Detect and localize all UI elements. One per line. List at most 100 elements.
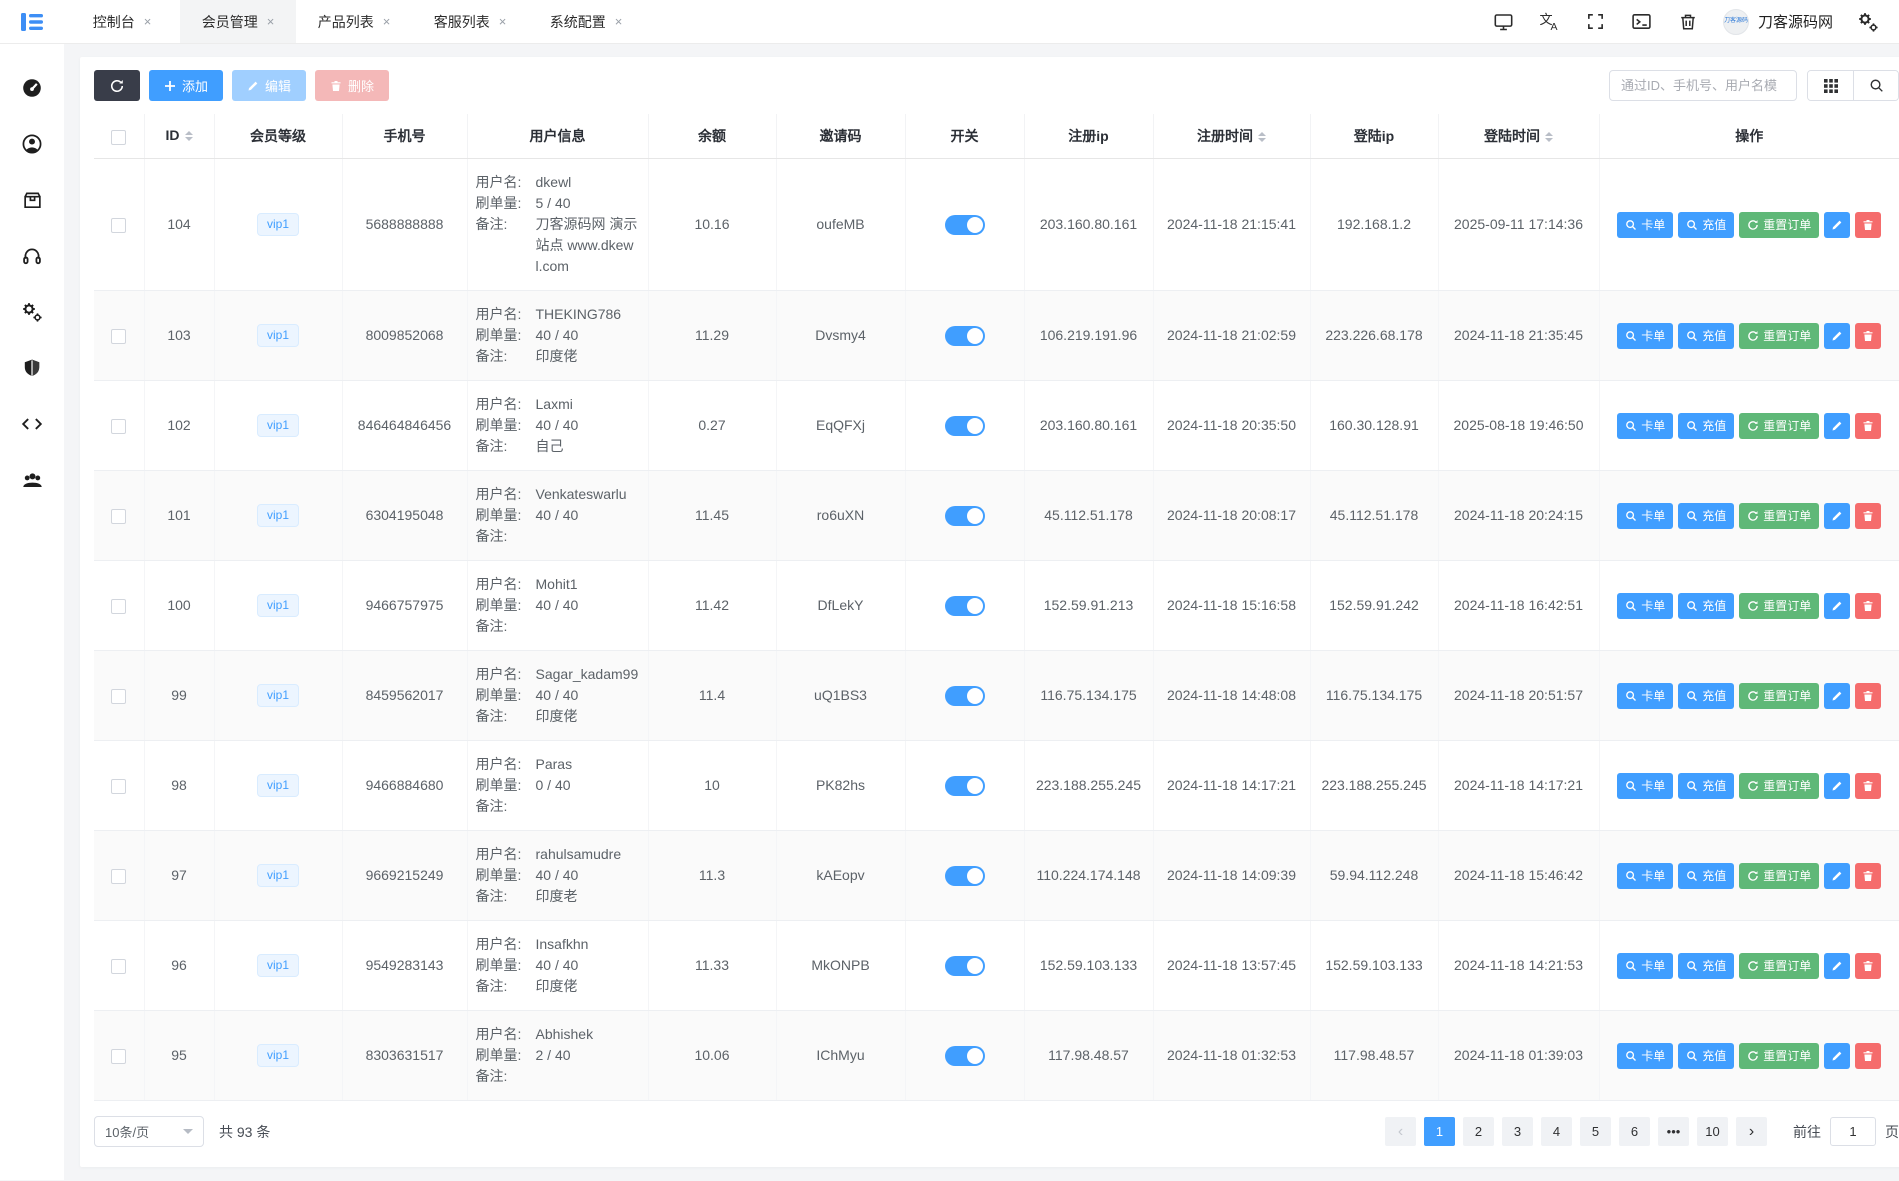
sidebar-item-dashboard[interactable] — [0, 60, 64, 116]
edit-row-button[interactable] — [1824, 212, 1850, 238]
card-order-button[interactable]: 卡单 — [1617, 953, 1673, 979]
monitor-icon[interactable] — [1493, 11, 1515, 33]
page-button[interactable]: 1 — [1424, 1117, 1455, 1146]
delete-button[interactable]: 删除 — [315, 70, 389, 101]
tab-close-icon[interactable]: × — [499, 15, 507, 28]
row-checkbox[interactable] — [111, 1049, 126, 1064]
status-toggle[interactable] — [945, 596, 985, 616]
delete-row-button[interactable] — [1855, 1043, 1881, 1069]
status-toggle[interactable] — [945, 1046, 985, 1066]
reset-order-button[interactable]: 重置订单 — [1739, 1043, 1819, 1069]
sidebar-item-settings[interactable] — [0, 284, 64, 340]
tab[interactable]: 会员管理 × — [180, 0, 296, 43]
sort-icon[interactable] — [1258, 128, 1266, 146]
search-input[interactable] — [1609, 70, 1797, 101]
card-order-button[interactable]: 卡单 — [1617, 503, 1673, 529]
page-button[interactable]: 5 — [1580, 1117, 1611, 1146]
delete-row-button[interactable] — [1855, 323, 1881, 349]
status-toggle[interactable] — [945, 866, 985, 886]
select-all-checkbox[interactable] — [111, 130, 126, 145]
recharge-button[interactable]: 充值 — [1678, 323, 1734, 349]
card-order-button[interactable]: 卡单 — [1617, 683, 1673, 709]
row-checkbox[interactable] — [111, 509, 126, 524]
sidebar-item-support[interactable] — [0, 228, 64, 284]
sidebar-item-profile[interactable] — [0, 116, 64, 172]
page-button[interactable]: 4 — [1541, 1117, 1572, 1146]
sidebar-item-security[interactable] — [0, 340, 64, 396]
per-page-select[interactable]: 10条/页 — [94, 1116, 204, 1147]
delete-row-button[interactable] — [1855, 503, 1881, 529]
status-toggle[interactable] — [945, 956, 985, 976]
recharge-button[interactable]: 充值 — [1678, 413, 1734, 439]
card-order-button[interactable]: 卡单 — [1617, 1043, 1673, 1069]
recharge-button[interactable]: 充值 — [1678, 503, 1734, 529]
status-toggle[interactable] — [945, 686, 985, 706]
row-checkbox[interactable] — [111, 218, 126, 233]
card-order-button[interactable]: 卡单 — [1617, 413, 1673, 439]
refresh-button[interactable] — [94, 70, 140, 101]
reset-order-button[interactable]: 重置订单 — [1739, 503, 1819, 529]
sidebar-item-product[interactable] — [0, 172, 64, 228]
page-button[interactable]: 10 — [1697, 1117, 1728, 1146]
recharge-button[interactable]: 充值 — [1678, 773, 1734, 799]
recharge-button[interactable]: 充值 — [1678, 1043, 1734, 1069]
delete-row-button[interactable] — [1855, 863, 1881, 889]
reset-order-button[interactable]: 重置订单 — [1739, 212, 1819, 238]
row-checkbox[interactable] — [111, 419, 126, 434]
page-ellipsis[interactable]: ••• — [1658, 1117, 1689, 1146]
edit-row-button[interactable] — [1824, 413, 1850, 439]
status-toggle[interactable] — [945, 776, 985, 796]
reset-order-button[interactable]: 重置订单 — [1739, 863, 1819, 889]
page-next-button[interactable]: › — [1736, 1117, 1767, 1146]
tab-close-icon[interactable]: × — [144, 15, 152, 28]
card-order-button[interactable]: 卡单 — [1617, 323, 1673, 349]
card-order-button[interactable]: 卡单 — [1617, 773, 1673, 799]
card-order-button[interactable]: 卡单 — [1617, 593, 1673, 619]
sidebar-item-code[interactable] — [0, 396, 64, 452]
tab-close-icon[interactable]: × — [267, 15, 275, 28]
tab[interactable]: 产品列表 × — [296, 0, 412, 43]
tab[interactable]: 系统配置 × — [528, 0, 644, 43]
sort-icon[interactable] — [1545, 128, 1553, 146]
sort-icon[interactable] — [185, 127, 193, 145]
card-order-button[interactable]: 卡单 — [1617, 863, 1673, 889]
search-button[interactable] — [1853, 71, 1898, 100]
status-toggle[interactable] — [945, 416, 985, 436]
edit-row-button[interactable] — [1824, 1043, 1850, 1069]
column-header-id[interactable]: ID — [144, 114, 214, 159]
status-toggle[interactable] — [945, 215, 985, 235]
recharge-button[interactable]: 充值 — [1678, 683, 1734, 709]
row-checkbox[interactable] — [111, 329, 126, 344]
delete-row-button[interactable] — [1855, 773, 1881, 799]
reset-order-button[interactable]: 重置订单 — [1739, 413, 1819, 439]
recharge-button[interactable]: 充值 — [1678, 212, 1734, 238]
delete-row-button[interactable] — [1855, 212, 1881, 238]
tab-close-icon[interactable]: × — [615, 15, 623, 28]
status-toggle[interactable] — [945, 326, 985, 346]
row-checkbox[interactable] — [111, 689, 126, 704]
reset-order-button[interactable]: 重置订单 — [1739, 683, 1819, 709]
translate-icon[interactable]: 文A — [1539, 11, 1561, 33]
edit-row-button[interactable] — [1824, 323, 1850, 349]
tab[interactable]: 控制台 × — [64, 0, 180, 43]
edit-row-button[interactable] — [1824, 953, 1850, 979]
tab[interactable]: 客服列表 × — [412, 0, 528, 43]
edit-row-button[interactable] — [1824, 863, 1850, 889]
menu-collapse-button[interactable] — [0, 0, 64, 43]
row-checkbox[interactable] — [111, 869, 126, 884]
edit-row-button[interactable] — [1824, 593, 1850, 619]
tab-close-icon[interactable]: × — [383, 15, 391, 28]
trash-icon[interactable] — [1677, 11, 1699, 33]
page-button[interactable]: 3 — [1502, 1117, 1533, 1146]
sidebar-item-members[interactable] — [0, 452, 64, 508]
card-order-button[interactable]: 卡单 — [1617, 212, 1673, 238]
recharge-button[interactable]: 充值 — [1678, 863, 1734, 889]
reset-order-button[interactable]: 重置订单 — [1739, 593, 1819, 619]
reset-order-button[interactable]: 重置订单 — [1739, 953, 1819, 979]
edit-row-button[interactable] — [1824, 773, 1850, 799]
delete-row-button[interactable] — [1855, 953, 1881, 979]
user-brand[interactable]: 刀客源码 刀客源码网 — [1723, 9, 1833, 35]
reset-order-button[interactable]: 重置订单 — [1739, 773, 1819, 799]
row-checkbox[interactable] — [111, 779, 126, 794]
status-toggle[interactable] — [945, 506, 985, 526]
